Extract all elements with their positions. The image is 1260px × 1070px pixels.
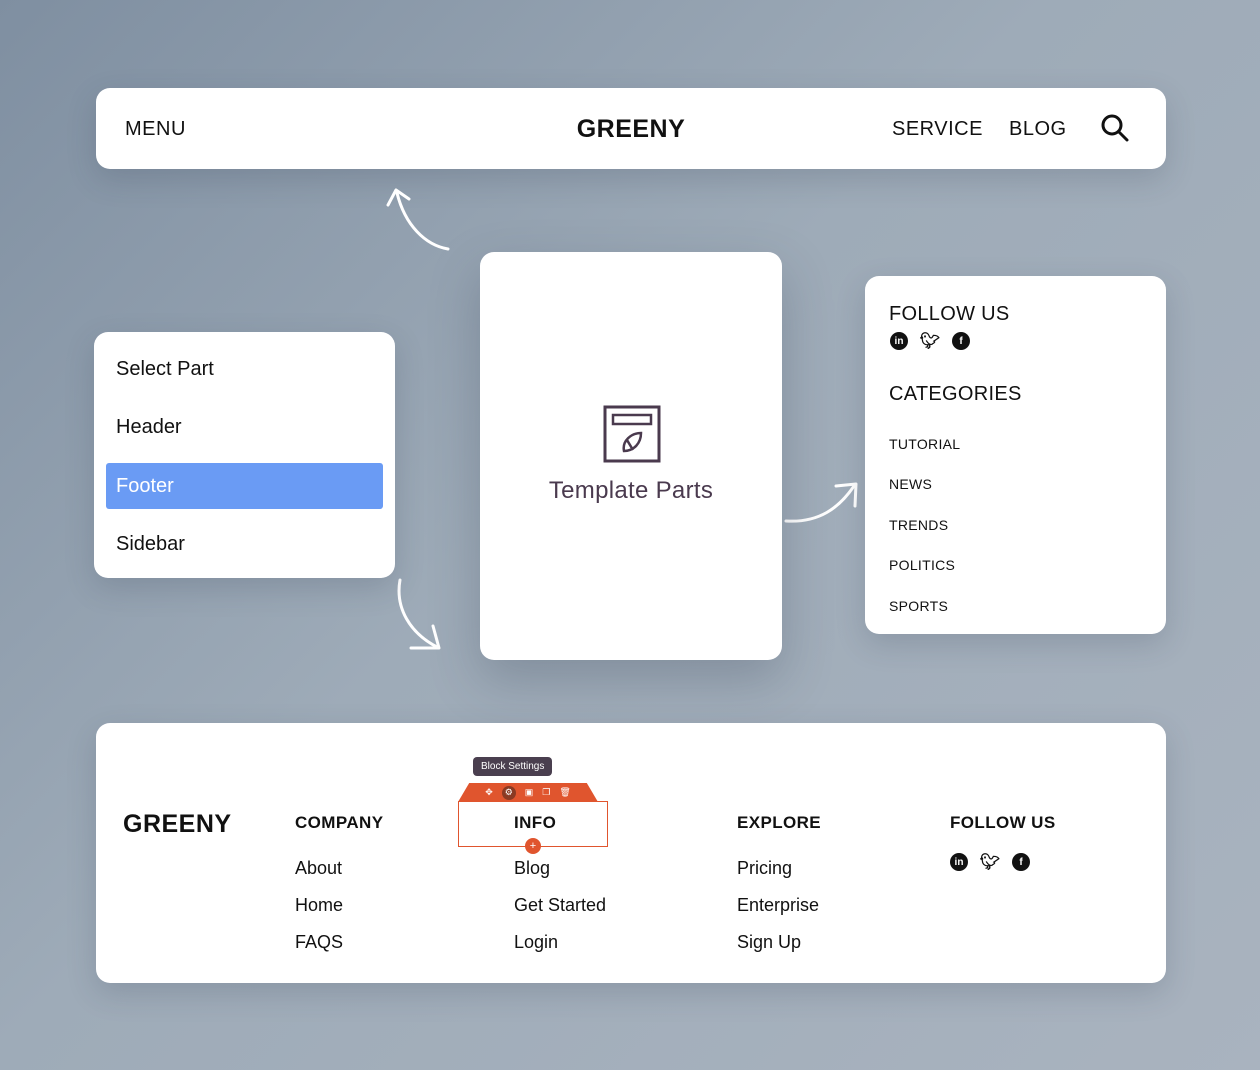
arrow-to-template — [397, 578, 441, 650]
twitter-icon[interactable]: 🐦︎ — [920, 332, 940, 350]
option-footer[interactable]: Footer — [106, 463, 383, 509]
category-sports[interactable]: SPORTS — [889, 598, 948, 614]
twitter-icon[interactable]: 🐦︎ — [980, 853, 1000, 871]
option-header[interactable]: Header — [106, 404, 383, 450]
footer-explore-heading: EXPLORE — [737, 813, 822, 832]
arrow-to-header — [386, 188, 450, 251]
footer-logo[interactable]: GREENY — [123, 810, 232, 839]
template-part-icon — [603, 405, 661, 463]
nav-blog-link[interactable]: BLOG — [1009, 118, 1067, 141]
nav-service-link[interactable]: SERVICE — [892, 118, 983, 141]
category-politics[interactable]: POLITICS — [889, 557, 955, 573]
footer-social-icons: in 🐦︎ f — [950, 853, 1030, 871]
arrow-to-sidebar — [784, 482, 858, 523]
footer-follow-heading: FOLLOW US — [950, 813, 1056, 832]
footer-link-enterprise[interactable]: Enterprise — [737, 895, 819, 916]
footer-link-about[interactable]: About — [295, 858, 342, 879]
sidebar-follow-heading: FOLLOW US — [889, 303, 1010, 325]
sidebar-categories-heading: CATEGORIES — [889, 383, 1022, 405]
select-part-title: Select Part — [116, 358, 214, 380]
style-icon[interactable]: ▣ — [525, 787, 534, 798]
footer-link-pricing[interactable]: Pricing — [737, 858, 792, 879]
header-preview: MENU GREENY SERVICE BLOG — [96, 88, 1166, 169]
category-trends[interactable]: TRENDS — [889, 517, 948, 533]
delete-icon[interactable]: 🗑︎ — [559, 787, 570, 798]
move-icon[interactable]: ✥ — [485, 787, 493, 798]
sidebar-social-icons: in 🐦︎ f — [890, 332, 970, 350]
add-block-icon[interactable]: + — [525, 838, 541, 854]
footer-link-faqs[interactable]: FAQS — [295, 932, 343, 953]
block-settings-tooltip: Block Settings — [473, 757, 553, 776]
footer-link-login[interactable]: Login — [514, 932, 558, 953]
linkedin-icon[interactable]: in — [890, 332, 908, 350]
facebook-icon[interactable]: f — [952, 332, 970, 350]
header-logo[interactable]: GREENY — [96, 115, 1166, 144]
footer-company-heading: COMPANY — [295, 813, 384, 832]
footer-link-blog[interactable]: Blog — [514, 858, 550, 879]
category-news[interactable]: NEWS — [889, 476, 932, 492]
block-toolbar: ✥ ⚙ ▣ ❐ 🗑︎ — [458, 783, 598, 802]
search-icon[interactable] — [1100, 113, 1130, 143]
footer-link-home[interactable]: Home — [295, 895, 343, 916]
footer-preview: GREENY COMPANY About Home FAQS Block Set… — [96, 723, 1166, 983]
footer-link-sign-up[interactable]: Sign Up — [737, 932, 801, 953]
footer-link-get-started[interactable]: Get Started — [514, 895, 606, 916]
duplicate-icon[interactable]: ❐ — [542, 787, 550, 798]
template-parts-label: Template Parts — [548, 477, 714, 504]
select-part-dropdown: Select Part Header Footer Sidebar — [94, 332, 395, 578]
linkedin-icon[interactable]: in — [950, 853, 968, 871]
facebook-icon[interactable]: f — [1012, 853, 1030, 871]
footer-info-heading: INFO — [514, 813, 557, 832]
option-sidebar[interactable]: Sidebar — [106, 521, 383, 567]
category-tutorial[interactable]: TUTORIAL — [889, 436, 960, 452]
sidebar-preview: FOLLOW US in 🐦︎ f CATEGORIES TUTORIAL NE… — [865, 276, 1166, 634]
template-parts-card[interactable]: Template Parts — [480, 252, 782, 660]
settings-icon[interactable]: ⚙ — [501, 785, 516, 800]
